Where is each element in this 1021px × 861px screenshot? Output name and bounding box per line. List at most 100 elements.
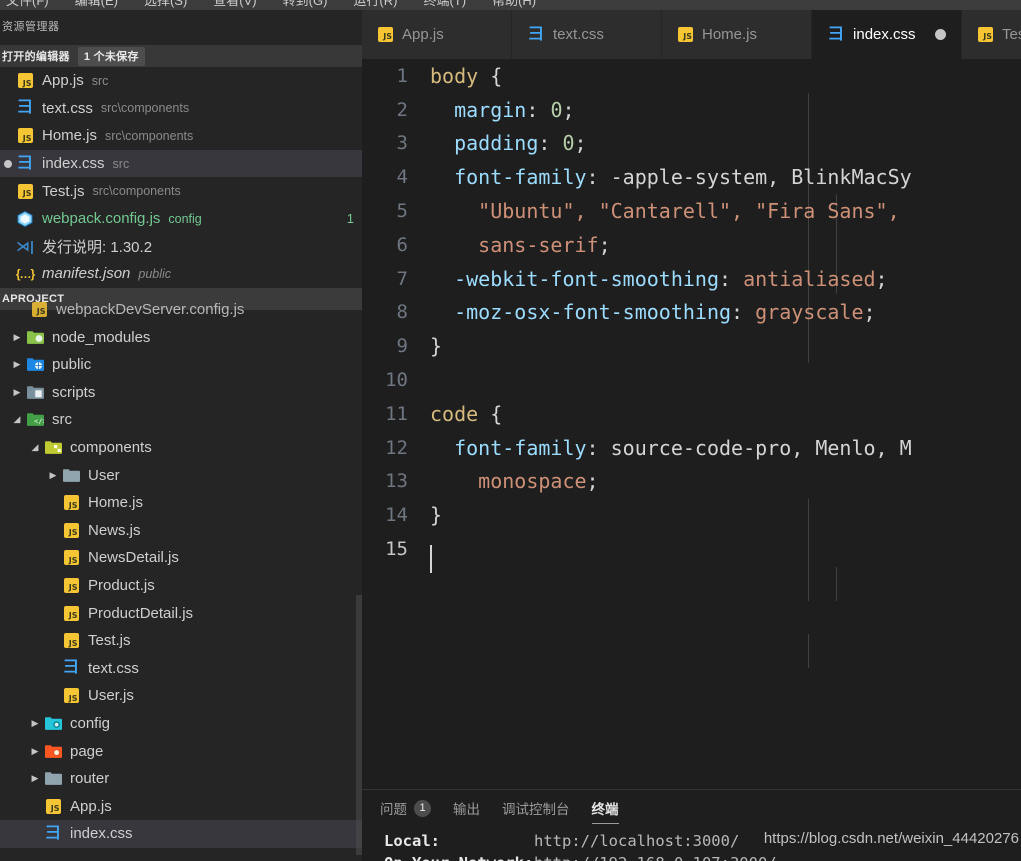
menu-items[interactable]: 文件(F) 编辑(E) 选择(S) 查看(V) 转到(G) 运行(R) 终端(T) 帮助(H) — [6, 0, 536, 9]
menu-bar[interactable]: 文件(F) 编辑(E) 选择(S) 查看(V) 转到(G) 运行(R) 终端(T) 帮助(H) — [0, 0, 1021, 10]
tree-item-components[interactable]: ◢ components — [0, 434, 362, 462]
tree-item-newsdetail-js[interactable]: JS NewsDetail.js — [0, 544, 362, 572]
code-line-text[interactable]: font-family: -apple-system, BlinkMacSy — [430, 165, 1021, 189]
code-line[interactable]: 8 -moz-osx-font-smoothing: grayscale; — [362, 296, 1021, 330]
code-line[interactable]: 12 font-family: source-code-pro, Menlo, … — [362, 431, 1021, 465]
editor-tab[interactable]: JS Tes — [962, 10, 1021, 59]
tab-unsaved-dot-icon[interactable] — [934, 29, 946, 40]
panel-tab[interactable]: 终端 — [591, 790, 619, 826]
chevron-right-icon[interactable]: ▶ — [10, 332, 24, 342]
code-line[interactable]: 1 body { — [362, 59, 1021, 93]
tree-item-public[interactable]: ▶ public — [0, 351, 362, 379]
code-line[interactable]: 7 -webkit-font-smoothing: antialiased; — [362, 262, 1021, 296]
code-line-text[interactable]: } — [430, 334, 1021, 358]
editor-tab[interactable]: 彐 text.css — [512, 10, 662, 59]
project-file-tree[interactable]: JS webpackDevServer.config.js ▶ node_modul… — [0, 296, 362, 848]
tree-item-node-modules[interactable]: ▶ node_modules — [0, 323, 362, 351]
code-line[interactable]: 10 — [362, 363, 1021, 397]
open-editor-item[interactable]: JS App.js src — [0, 67, 362, 95]
code-lines[interactable]: 1 body {2 margin: 0; 3 padding: 0; 4 font-f… — [362, 59, 1021, 574]
code-line[interactable]: 9} — [362, 329, 1021, 363]
editor-tab-bar[interactable]: JS App.js 彐 text.css JS Home.js 彐 index.css JS Te… — [362, 10, 1021, 59]
tree-item-news-js[interactable]: JS News.js — [0, 517, 362, 545]
code-line-text[interactable]: "Ubuntu", "Cantarell", "Fira Sans", — [430, 199, 1021, 223]
tree-item-scripts[interactable]: ▶ scripts — [0, 379, 362, 407]
tree-item-home-js[interactable]: JS Home.js — [0, 489, 362, 517]
chevron-right-icon[interactable]: ▶ — [10, 360, 24, 369]
tree-item-user[interactable]: ▶ User — [0, 461, 362, 489]
tree-item-router[interactable]: ▶ router — [0, 765, 362, 793]
open-editor-item[interactable]: webpack.config.js config 1 — [0, 205, 362, 233]
open-editors-list[interactable]: JS App.js src 彐 text.css src\components JS Home… — [0, 67, 362, 288]
chevron-right-icon[interactable]: ▶ — [46, 470, 60, 480]
terminal-output[interactable]: Local: http://localhost:3000/On Your Netw… — [362, 826, 1021, 861]
menu-item[interactable]: 编辑(E) — [75, 0, 118, 9]
terminal-line-url[interactable]: http://192.168.0.107:3000/ — [534, 854, 777, 861]
code-line-text[interactable]: } — [430, 503, 1021, 527]
code-line-text[interactable]: body { — [430, 64, 1021, 88]
panel-tab[interactable]: 输出 — [453, 790, 480, 826]
explorer-sidebar[interactable]: 资源管理器 打开的编辑器 1 个未保存 JS App.js src 彐 text.css… — [0, 10, 362, 861]
panel-tab-list[interactable]: 问题 1 输出 调试控制台 终端 — [362, 790, 1021, 826]
menu-item[interactable]: 终端(T) — [423, 0, 466, 9]
code-line-text[interactable]: margin: 0; — [430, 98, 1021, 122]
menu-item[interactable]: 文件(F) — [6, 0, 49, 9]
problem-count-badge: 1 — [414, 799, 431, 817]
chevron-right-icon[interactable]: ▶ — [28, 718, 42, 728]
open-editor-path: src — [112, 156, 130, 171]
tree-item-text-css[interactable]: 彐 text.css — [0, 654, 362, 682]
tree-item-product-js[interactable]: JS Product.js — [0, 572, 362, 600]
code-line-text[interactable]: -webkit-font-smoothing: antialiased; — [430, 267, 1021, 291]
tree-item-page[interactable]: ▶ page — [0, 737, 362, 765]
code-line[interactable]: 4 font-family: -apple-system, BlinkMacSy — [362, 160, 1021, 194]
code-line[interactable]: 6 sans-serif; — [362, 228, 1021, 262]
editor-tab[interactable]: JS Home.js — [662, 10, 812, 59]
chevron-right-icon[interactable]: ▶ — [28, 774, 42, 783]
menu-item[interactable]: 转到(G) — [283, 0, 328, 9]
open-editor-item[interactable]: {…} manifest.json public — [0, 260, 362, 288]
open-editor-item[interactable]: 彐 text.css src\components — [0, 95, 362, 123]
panel-tab[interactable]: 调试控制台 — [502, 790, 570, 826]
tree-item-clipped[interactable]: JS webpackDevServer.config.js — [0, 296, 362, 324]
chevron-down-icon[interactable]: ◢ — [28, 443, 42, 452]
open-editor-item[interactable]: 彐 index.css src — [0, 149, 362, 178]
chevron-right-icon[interactable]: ▶ — [28, 746, 42, 756]
open-editors-header[interactable]: 打开的编辑器 1 个未保存 — [0, 45, 362, 67]
code-line-text[interactable]: padding: 0; — [430, 131, 1021, 155]
tree-item-test-js[interactable]: JS Test.js — [0, 627, 362, 655]
code-line[interactable]: 11 code { — [362, 397, 1021, 431]
code-line[interactable]: 14} — [362, 498, 1021, 532]
chevron-right-icon[interactable]: ▶ — [10, 387, 24, 397]
tree-item-app-js[interactable]: JS App.js — [0, 792, 362, 820]
menu-item[interactable]: 选择(S) — [144, 0, 187, 9]
tree-item-user-js[interactable]: JS User.js — [0, 682, 362, 710]
open-editor-item[interactable]: JS Home.js src\components — [0, 122, 362, 150]
open-editor-item[interactable]: JS Test.js src\components — [0, 177, 362, 205]
menu-item[interactable]: 查看(V) — [213, 0, 256, 9]
tree-item-productdetail-js[interactable]: JS ProductDetail.js — [0, 599, 362, 627]
tree-item-src[interactable]: ◢ </> src — [0, 406, 362, 434]
code-line[interactable]: 13 monospace; — [362, 465, 1021, 499]
code-line-text[interactable]: code { — [430, 402, 1021, 426]
code-line[interactable]: 5 "Ubuntu", "Cantarell", "Fira Sans", — [362, 194, 1021, 228]
panel-tab[interactable]: 问题 1 — [380, 790, 431, 826]
editor-tab[interactable]: JS App.js — [362, 10, 512, 59]
chevron-down-icon[interactable]: ◢ — [10, 415, 24, 424]
tree-item-index-css[interactable]: 彐 index.css — [0, 820, 362, 848]
bottom-panel[interactable]: 问题 1 输出 调试控制台 终端 Local: http://localhost:3000… — [362, 789, 1021, 861]
editor-tab[interactable]: 彐 index.css — [812, 10, 962, 59]
code-line-text[interactable]: sans-serif; — [430, 233, 1021, 257]
code-line-text[interactable]: -moz-osx-font-smoothing: grayscale; — [430, 300, 1021, 324]
code-line-text[interactable]: monospace; — [430, 469, 1021, 493]
code-editor[interactable]: 1 body {2 margin: 0; 3 padding: 0; 4 font-f… — [362, 59, 1021, 799]
menu-item[interactable]: 帮助(H) — [492, 0, 536, 9]
code-line[interactable]: 3 padding: 0; — [362, 127, 1021, 161]
menu-item[interactable]: 运行(R) — [353, 0, 397, 9]
code-line-text[interactable]: font-family: source-code-pro, Menlo, M — [430, 436, 1021, 460]
open-editor-item[interactable]: ⋊| 发行说明: 1.30.2 — [0, 233, 362, 261]
terminal-line-url[interactable]: http://localhost:3000/ — [534, 832, 739, 850]
tree-item-config[interactable]: ▶ config — [0, 710, 362, 738]
code-line[interactable]: 15 — [362, 532, 1021, 574]
js-file-icon: JS — [14, 128, 36, 144]
code-line[interactable]: 2 margin: 0; — [362, 93, 1021, 127]
